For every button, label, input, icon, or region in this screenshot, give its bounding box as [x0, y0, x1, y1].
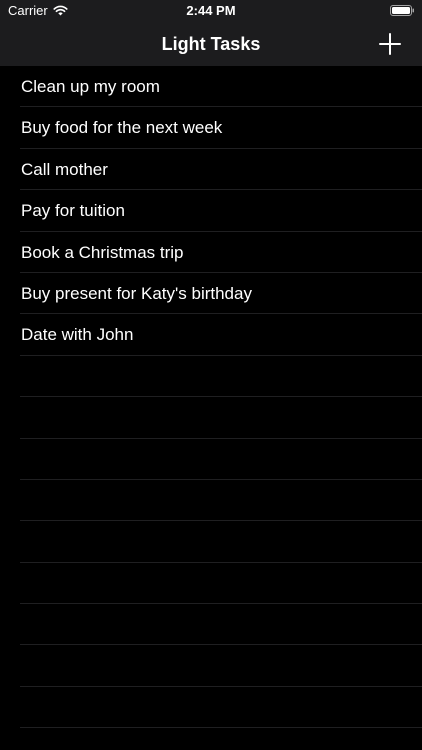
empty-row	[0, 439, 422, 481]
status-bar: Carrier 2:44 PM	[0, 0, 422, 22]
task-list: Clean up my room Buy food for the next w…	[0, 66, 422, 729]
task-label: Buy present for Katy's birthday	[21, 283, 252, 303]
task-label: Book a Christmas trip	[21, 242, 184, 262]
empty-row	[0, 356, 422, 398]
task-label: Pay for tuition	[21, 201, 125, 221]
empty-row	[0, 645, 422, 688]
empty-row	[0, 480, 422, 522]
task-row[interactable]: Date with John	[0, 314, 422, 357]
task-row[interactable]: Call mother	[0, 149, 422, 191]
plus-icon	[379, 33, 401, 55]
navigation-bar: Light Tasks	[0, 22, 422, 66]
page-title: Light Tasks	[161, 34, 261, 54]
task-row[interactable]: Buy present for Katy's birthday	[0, 273, 422, 315]
task-label: Buy food for the next week	[21, 118, 223, 138]
battery-icon	[390, 5, 414, 16]
task-row[interactable]: Clean up my room	[0, 66, 422, 108]
task-label: Call mother	[21, 159, 108, 179]
empty-row	[0, 687, 422, 729]
task-row[interactable]: Pay for tuition	[0, 190, 422, 232]
status-time: 2:44 PM	[186, 3, 236, 18]
task-label: Clean up my room	[21, 77, 160, 96]
task-label: Date with John	[21, 325, 134, 345]
add-task-button[interactable]	[378, 32, 402, 56]
task-row[interactable]: Buy food for the next week	[0, 107, 422, 150]
task-row[interactable]: Book a Christmas trip	[0, 232, 422, 274]
empty-row	[0, 563, 422, 605]
empty-row	[0, 604, 422, 646]
empty-row	[0, 397, 422, 439]
empty-row	[0, 521, 422, 564]
